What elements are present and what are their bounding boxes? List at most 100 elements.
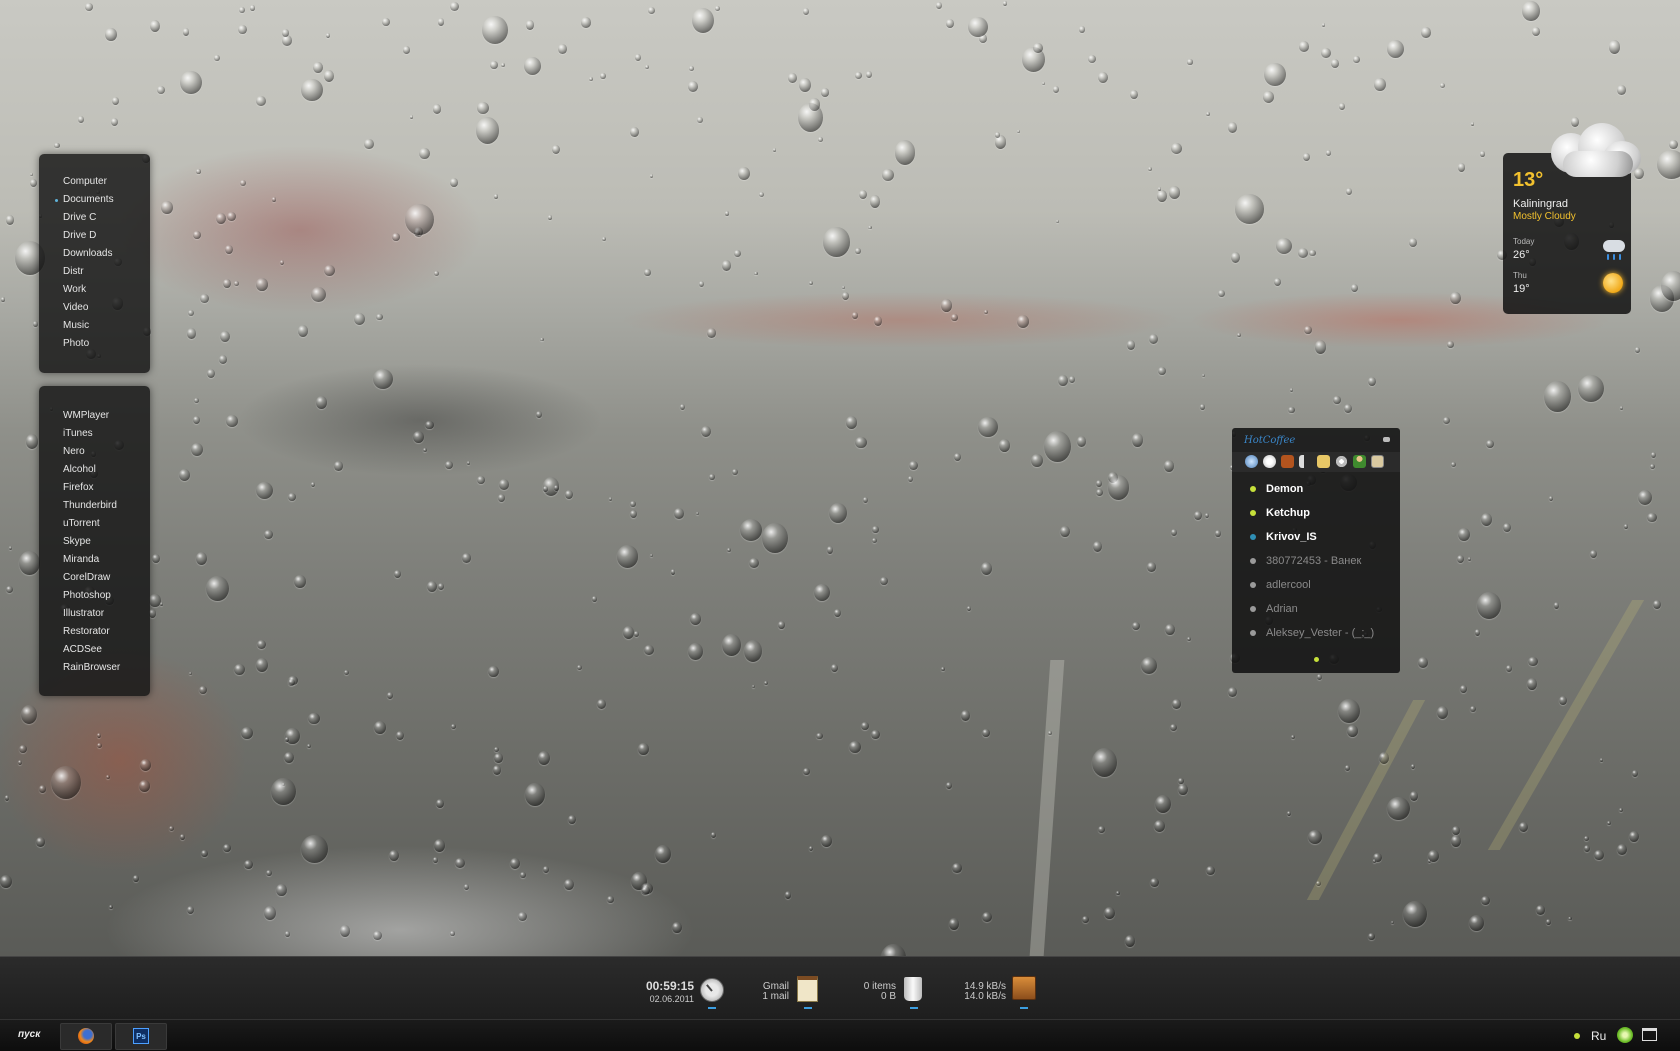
raindrop — [450, 931, 455, 936]
raindrop — [19, 550, 40, 575]
app-item-miranda[interactable]: Miranda — [39, 551, 150, 569]
raindrop — [1460, 685, 1467, 693]
settings-icon[interactable] — [1335, 455, 1348, 468]
app-item-restorator[interactable]: Restorator — [39, 623, 150, 641]
raindrop — [178, 469, 190, 481]
raindrop — [1163, 460, 1175, 472]
menu-item-music[interactable]: Music — [39, 317, 150, 335]
hotcoffee-widget[interactable]: HotCoffee Demon Ketchup Krivov_IS 380772453… — [1232, 428, 1400, 673]
raindrop — [1264, 63, 1286, 86]
app-item-utorrent[interactable]: uTorrent — [39, 515, 150, 533]
raindrop — [1069, 376, 1076, 384]
menu-item-drive-d[interactable]: Drive D — [39, 227, 150, 245]
raindrop — [149, 19, 161, 32]
raindrop — [109, 905, 113, 910]
raindrop — [1298, 40, 1310, 52]
minimize-icon[interactable] — [1383, 437, 1390, 442]
contacts-icon[interactable] — [1353, 455, 1366, 468]
raindrop — [1368, 932, 1375, 941]
icq-icon[interactable] — [1617, 1027, 1633, 1043]
clock-time: 00:59:15 — [645, 979, 694, 993]
app-item-alcohol[interactable]: Alcohol — [39, 461, 150, 479]
net-upload-speed: 14.0 kB/s — [964, 991, 1006, 1002]
clock-icon[interactable] — [700, 978, 724, 1002]
language-indicator[interactable]: Ru — [1591, 1029, 1606, 1043]
menu-item-computer[interactable]: Computer — [39, 173, 150, 191]
raindrop — [30, 172, 34, 176]
menu-item-drive-c[interactable]: Drive C — [39, 209, 150, 227]
menu-item-video[interactable]: Video — [39, 299, 150, 317]
raindrop — [450, 177, 458, 187]
raindrop — [1339, 103, 1346, 111]
app-item-itunes[interactable]: iTunes — [39, 425, 150, 443]
menu-item-documents[interactable]: Documents — [39, 191, 150, 209]
raindrop — [182, 28, 190, 36]
raindrop — [672, 921, 682, 934]
raindrop — [1476, 592, 1501, 620]
raindrop — [256, 95, 266, 107]
app-item-coreldraw[interactable]: CorelDraw — [39, 569, 150, 587]
app-item-wmplayer[interactable]: WMPlayer — [39, 407, 150, 425]
menu-item-work[interactable]: Work — [39, 281, 150, 299]
app-item-thunderbird[interactable]: Thunderbird — [39, 497, 150, 515]
raindrop — [186, 905, 195, 915]
user-card-icon[interactable] — [1371, 455, 1384, 468]
raindrop — [223, 844, 231, 852]
weather-city: Kaliningrad — [1513, 198, 1569, 210]
raindrop — [391, 232, 400, 242]
raindrop — [1481, 895, 1490, 906]
raindrop — [517, 911, 527, 921]
raindrop — [752, 685, 756, 689]
raindrop — [1526, 678, 1538, 690]
flower-icon[interactable] — [1263, 455, 1276, 468]
raindrop — [845, 416, 858, 430]
taskbar-photoshop-button[interactable]: Ps — [115, 1023, 167, 1050]
raindrop — [223, 278, 231, 288]
menu-item-distr[interactable]: Distr — [39, 263, 150, 281]
app-item-acdsee[interactable]: ACDSee — [39, 641, 150, 659]
raindrop — [200, 849, 208, 858]
start-button[interactable]: пуск — [18, 1029, 40, 1040]
app-item-firefox[interactable]: Firefox — [39, 479, 150, 497]
contact-name: adlercool — [1266, 579, 1311, 591]
raindrop — [313, 62, 324, 74]
raindrop — [1316, 880, 1321, 886]
raindrop — [425, 420, 434, 430]
status-icon[interactable] — [1245, 455, 1258, 468]
raindrop — [413, 430, 425, 444]
app-item-illustrator[interactable]: Illustrator — [39, 605, 150, 623]
message-icon[interactable] — [1317, 455, 1330, 468]
raindrop — [263, 906, 276, 921]
raindrop — [1391, 921, 1395, 925]
raindrop — [1345, 187, 1353, 196]
raindrop — [688, 81, 699, 93]
raindrop — [1333, 395, 1341, 405]
raindrop — [1237, 333, 1242, 338]
sound-icon[interactable] — [1299, 455, 1312, 468]
menu-item-downloads[interactable]: Downloads — [39, 245, 150, 263]
tray-status-icon[interactable] — [1574, 1033, 1580, 1039]
notepad-icon[interactable] — [797, 976, 818, 1002]
raindrop — [1330, 58, 1340, 68]
raindrop — [1325, 150, 1331, 157]
weather-widget[interactable]: 13° Kaliningrad Mostly Cloudy Today 26° … — [1503, 123, 1641, 314]
raindrop — [161, 200, 173, 214]
app-item-photoshop[interactable]: Photoshop — [39, 587, 150, 605]
show-desktop-icon[interactable] — [1642, 1028, 1657, 1041]
recycle-bin-icon[interactable] — [904, 977, 922, 1001]
network-box-icon[interactable] — [1012, 976, 1036, 1000]
raindrop — [1474, 629, 1481, 636]
raindrop — [1387, 796, 1410, 821]
history-icon[interactable] — [1281, 455, 1294, 468]
raindrop — [967, 606, 972, 611]
app-item-rainbrowser[interactable]: RainBrowser — [39, 659, 150, 677]
raindrop — [1043, 430, 1071, 463]
raindrop — [38, 785, 46, 793]
app-item-skype[interactable]: Skype — [39, 533, 150, 551]
app-item-nero[interactable]: Nero — [39, 443, 150, 461]
raindrop — [1470, 705, 1477, 713]
taskbar-firefox-button[interactable] — [60, 1023, 112, 1050]
raindrop — [982, 729, 990, 738]
raindrop — [980, 562, 992, 576]
menu-item-photo[interactable]: Photo — [39, 335, 150, 353]
